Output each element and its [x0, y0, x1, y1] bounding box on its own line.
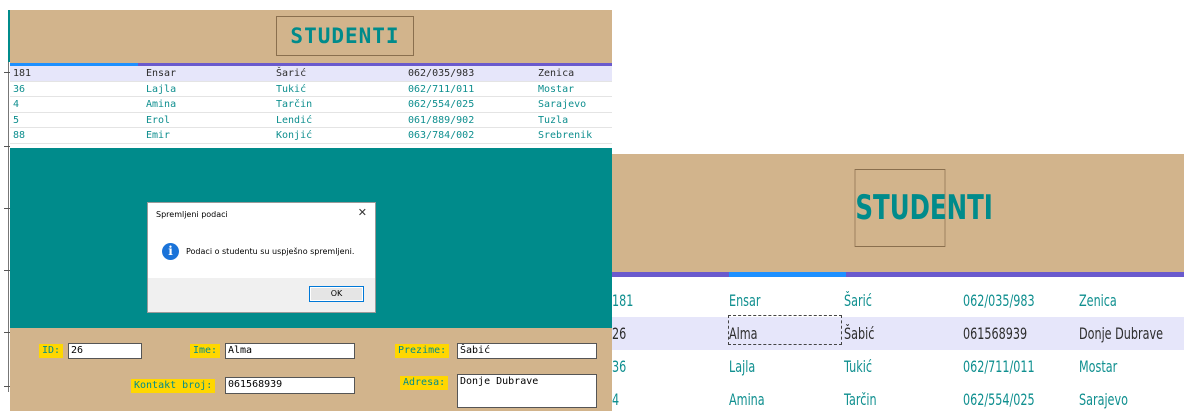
- cell-ime: Erol: [146, 114, 171, 126]
- cell-ime: Emir: [146, 130, 171, 141]
- info-icon: i: [162, 243, 179, 260]
- adresa-field[interactable]: Donje Dubrave: [457, 374, 597, 408]
- cell-adresa: Zenica: [1079, 291, 1117, 310]
- cell-id: 4: [13, 99, 20, 110]
- cell-id: 36: [13, 83, 26, 95]
- cell-adresa: Mostar: [1079, 357, 1118, 376]
- cell-prezime: Šarić: [276, 68, 307, 79]
- prezime-label: Prezime:: [395, 344, 450, 358]
- cell-adresa: Tuzla: [538, 114, 569, 126]
- cell-id: 181: [13, 68, 32, 79]
- cell-kontakt: 061/889/902: [408, 114, 475, 126]
- close-icon[interactable]: ✕: [358, 206, 367, 219]
- id-field[interactable]: 26: [68, 343, 142, 359]
- cell-kontakt: 062/711/011: [963, 357, 1035, 376]
- list-item[interactable]: 5 Erol Lendić 061/889/902 Tuzla: [10, 113, 612, 128]
- cell-id: 5: [13, 114, 20, 126]
- cell-id: 181: [612, 291, 634, 310]
- left-window: STUDENTI 181 Ensar Šarić 062/035/983 Zen…: [0, 0, 612, 411]
- cell-adresa: Sarajevo: [538, 99, 587, 110]
- list-item[interactable]: 181 Ensar Šarić 062/035/983 Zenica: [612, 284, 1184, 317]
- student-form: ID: 26 Ime: Alma Prezime: Šabić Kontakt …: [10, 328, 612, 411]
- ime-field[interactable]: Alma: [225, 343, 355, 359]
- cell-ime: Lajla: [146, 83, 177, 95]
- prezime-field[interactable]: Šabić: [457, 343, 597, 359]
- cell-prezime: Šabić: [844, 324, 875, 343]
- dialog-footer: OK: [148, 278, 375, 312]
- ok-button[interactable]: OK: [309, 286, 364, 302]
- cell-id: 88: [13, 130, 26, 141]
- window-left-edge: [8, 62, 9, 392]
- cell-adresa: Mostar: [538, 83, 575, 95]
- students-list[interactable]: 181 Ensar Šarić 062/035/983 Zenica 26 Al…: [612, 284, 1184, 411]
- list-item[interactable]: 36 Lajla Tukić 062/711/011 Mostar: [10, 82, 612, 97]
- cell-kontakt: 062/554/025: [963, 390, 1035, 409]
- cell-prezime: Tarčin: [844, 390, 877, 409]
- list-item[interactable]: 26 Alma Šabić 061568939 Donje Dubrave: [612, 317, 1184, 350]
- cell-id: 4: [612, 390, 620, 409]
- cell-ime: Lajla: [729, 357, 756, 376]
- cell-kontakt: 062/711/011: [408, 83, 475, 95]
- cell-prezime: Lendić: [276, 114, 313, 126]
- cell-ime: Amina: [729, 390, 765, 409]
- id-label: ID:: [39, 344, 64, 358]
- ime-label: Ime:: [190, 344, 221, 358]
- dialog-title: Spremljeni podaci: [156, 210, 228, 219]
- right-window-zoomed: STUDENTI 181 Ensar Šarić 062/035/983 Zen…: [612, 154, 1184, 411]
- kontakt-label: Kontakt broj:: [131, 379, 216, 393]
- cell-kontakt: 061568939: [963, 324, 1028, 343]
- cell-kontakt: 062/554/025: [408, 99, 475, 110]
- students-list[interactable]: 181 Ensar Šarić 062/035/983 Zenica 36 La…: [10, 66, 612, 144]
- cell-prezime: Tukić: [844, 357, 872, 376]
- list-item[interactable]: 88 Emir Konjić 063/784/002 Srebrenik: [10, 128, 612, 144]
- kontakt-field[interactable]: 061568939: [225, 377, 355, 394]
- tab-active-indicator: [729, 272, 846, 277]
- cell-adresa: Zenica: [538, 68, 575, 79]
- cell-kontakt: 062/035/983: [408, 68, 475, 79]
- cell-ime: Ensar: [729, 291, 761, 310]
- cell-id: 26: [612, 324, 627, 343]
- edge-tick: [4, 146, 10, 147]
- list-item[interactable]: 4 Amina Tarčin 062/554/025 Sarajevo: [612, 383, 1184, 411]
- page-title: STUDENTI: [854, 169, 993, 247]
- cell-prezime: Konjić: [276, 130, 313, 141]
- cell-adresa: Sarajevo: [1079, 390, 1128, 409]
- header-panel: STUDENTI: [10, 10, 612, 63]
- list-item[interactable]: 36 Lajla Tukić 062/711/011 Mostar: [612, 350, 1184, 383]
- cell-ime: Amina: [146, 99, 177, 110]
- list-item[interactable]: 181 Ensar Šarić 062/035/983 Zenica: [10, 66, 612, 82]
- message-dialog: Spremljeni podaci ✕ i Podaci o studentu …: [147, 202, 376, 313]
- cell-prezime: Tukić: [276, 83, 307, 95]
- cell-prezime: Šarić: [844, 291, 872, 310]
- cell-ime: Alma: [729, 324, 758, 343]
- adresa-label: Adresa:: [400, 376, 449, 390]
- cell-adresa: Srebrenik: [538, 130, 593, 141]
- header-panel: STUDENTI: [612, 154, 1184, 272]
- cell-ime: Ensar: [146, 68, 177, 79]
- list-item[interactable]: 4 Amina Tarčin 062/554/025 Sarajevo: [10, 97, 612, 113]
- cell-adresa: Donje Dubrave: [1079, 324, 1163, 343]
- page-title: STUDENTI: [276, 16, 414, 56]
- cell-kontakt: 062/035/983: [963, 291, 1035, 310]
- cell-id: 36: [612, 357, 627, 376]
- cell-kontakt: 063/784/002: [408, 130, 475, 141]
- cell-prezime: Tarčin: [276, 99, 313, 110]
- dialog-message: Podaci o studentu su uspješno spremljeni…: [186, 247, 355, 256]
- tab-bar: [612, 272, 1184, 277]
